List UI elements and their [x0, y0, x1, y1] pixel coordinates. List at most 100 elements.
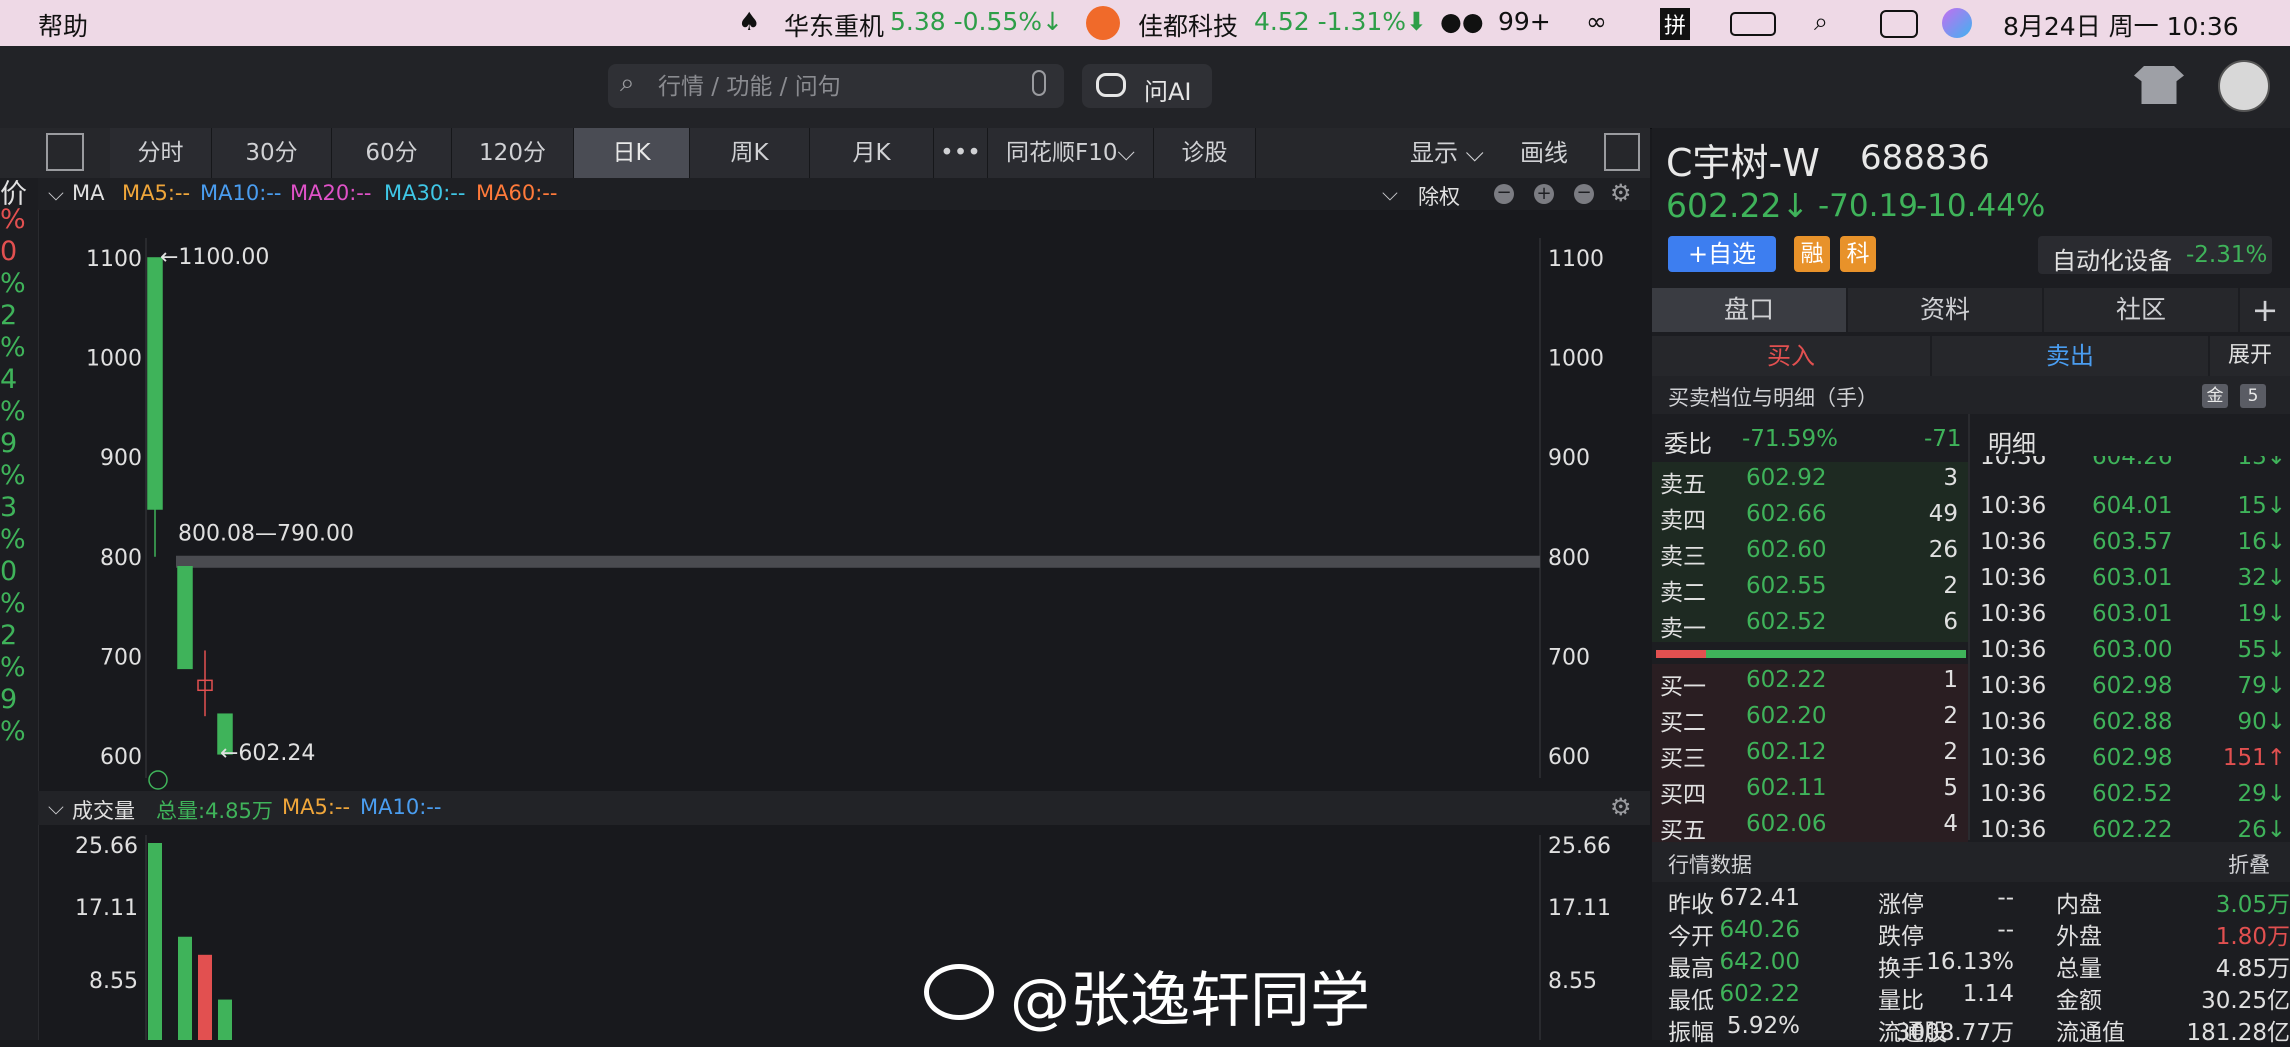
avatar[interactable]	[2218, 60, 2270, 112]
tick-row[interactable]: 10:36 602.88 90↓	[1972, 706, 2290, 742]
strip-item[interactable]: %	[0, 588, 26, 619]
add-tab-icon[interactable]: +	[2240, 288, 2290, 332]
skin-shirt-icon[interactable]	[2134, 66, 2184, 104]
volume-collapse-icon[interactable]: ⌵	[48, 795, 64, 820]
strip-item[interactable]: %	[0, 396, 26, 427]
sell-button[interactable]: 卖出	[1932, 336, 2208, 376]
strip-item[interactable]: 4	[0, 364, 17, 395]
tick-row[interactable]: 10:36 602.98 151↑	[1972, 742, 2290, 778]
market-cell: 涨停	[1878, 892, 1924, 918]
sector-chip[interactable]: 自动化设备 -2.31%	[2038, 236, 2272, 275]
kline-chart[interactable]: 1100 1100 1000 1000 900 900 800 800 700 700 600 600…	[38, 210, 1650, 1040]
orderbook-row[interactable]: 买一 602.22 1	[1652, 664, 1968, 700]
strip-item[interactable]: 2	[0, 300, 17, 331]
microphone-icon[interactable]	[1032, 70, 1046, 96]
tab-period-9[interactable]: 诊股	[1154, 128, 1256, 178]
orderbook-row[interactable]: 卖五 602.92 3	[1652, 462, 1968, 498]
zoom-in-icon[interactable]: +	[1534, 184, 1554, 204]
control-center-icon[interactable]	[1880, 10, 1918, 38]
strip-item[interactable]: %	[0, 332, 26, 363]
sidebar-toggle-icon[interactable]	[46, 133, 84, 171]
star-market-badge[interactable]: 科	[1840, 236, 1876, 272]
tab-period-2[interactable]: 60分	[332, 128, 452, 178]
orderbook-row[interactable]: 买二 602.20 2	[1652, 700, 1968, 736]
ma-label[interactable]: MA	[72, 181, 104, 205]
tab-period-3[interactable]: 120分	[452, 128, 574, 178]
strip-item[interactable]: %	[0, 460, 26, 491]
battery-icon[interactable]	[1730, 12, 1776, 36]
adjust-dropdown-icon[interactable]: ⌵	[1382, 181, 1398, 206]
tab-profile[interactable]: 资料	[1848, 288, 2042, 332]
tab-period-4[interactable]: 日K	[574, 128, 690, 178]
sector-name: 自动化设备	[2052, 247, 2172, 275]
minimize-icon[interactable]: −	[1574, 184, 1594, 204]
tick-row[interactable]: 10:36 603.01 19↓	[1972, 598, 2290, 634]
strip-item[interactable]: 9	[0, 428, 17, 459]
ticker-1-name[interactable]: 华东重机	[784, 7, 884, 43]
ma-collapse-icon[interactable]: ⌵	[48, 181, 64, 206]
strip-item[interactable]: 0	[0, 556, 17, 587]
tab-period-1[interactable]: 30分	[212, 128, 332, 178]
orderbook-row[interactable]: 卖二 602.55 2	[1652, 570, 1968, 606]
ticker-2-name[interactable]: 佳都科技	[1138, 7, 1238, 43]
level-price: 602.92	[1746, 465, 1827, 491]
orderbook-row[interactable]: 买五 602.06 4	[1652, 808, 1968, 844]
add-watchlist-button[interactable]: +自选	[1668, 236, 1776, 272]
panel-toggle-icon[interactable]	[1604, 133, 1640, 171]
app-logo-icon[interactable]	[1086, 6, 1120, 40]
market-cell: 5.92%	[1726, 1013, 1800, 1039]
adjust-button[interactable]: 除权	[1418, 181, 1460, 211]
strip-item[interactable]: 3	[0, 492, 17, 523]
tab-period-0[interactable]: 分时	[110, 128, 212, 178]
strip-item[interactable]: %	[0, 524, 26, 555]
search-icon[interactable]: ⌕	[1814, 7, 1828, 37]
tab-period-8[interactable]: 同花顺F10⌵	[988, 128, 1154, 178]
level5-badge[interactable]: 5	[2240, 384, 2266, 408]
search-input[interactable]	[656, 68, 1020, 106]
tick-row[interactable]: 10:36 604.26 13↓	[1972, 456, 2290, 478]
zoom-out-icon[interactable]: −	[1494, 184, 1514, 204]
gear-icon[interactable]: ⚙	[1610, 179, 1632, 207]
strip-item[interactable]: 0	[0, 236, 17, 267]
strip-item[interactable]: 2	[0, 620, 17, 651]
strip-item[interactable]: %	[0, 652, 26, 683]
fold-button[interactable]: 折叠	[2228, 849, 2270, 879]
tick-row[interactable]: 10:36 602.98 79↓	[1972, 670, 2290, 706]
tab-period-6[interactable]: 月K	[810, 128, 934, 178]
buy-button[interactable]: 买入	[1652, 336, 1930, 376]
orderbook-row[interactable]: 买四 602.11 5	[1652, 772, 1968, 808]
strip-item[interactable]: %	[0, 268, 26, 299]
link-icon[interactable]: ∞	[1586, 7, 1607, 36]
search-box[interactable]: ⌕	[608, 64, 1064, 108]
draw-line-button[interactable]: 画线	[1520, 128, 1568, 178]
display-menu[interactable]: 显示 ⌵	[1410, 128, 1484, 178]
expand-button[interactable]: 展开	[2210, 336, 2290, 376]
spade-icon[interactable]: ♠	[738, 7, 760, 36]
menu-clock[interactable]: 8月24日 周一 10:36	[2003, 7, 2239, 43]
volume-gear-icon[interactable]: ⚙	[1610, 793, 1632, 821]
ask-ai-button[interactable]: 问AI	[1082, 64, 1212, 108]
tick-row[interactable]: 10:36 602.52 29↓	[1972, 778, 2290, 814]
orderbook-row[interactable]: 买三 602.12 2	[1652, 736, 1968, 772]
tick-row[interactable]: 10:36 603.57 16↓	[1972, 526, 2290, 562]
orderbook-row[interactable]: 卖四 602.66 49	[1652, 498, 1968, 534]
tick-row[interactable]: 10:36 603.01 32↓	[1972, 562, 2290, 598]
menu-help[interactable]: 帮助	[38, 7, 88, 43]
wechat-icon[interactable]: ●●	[1440, 7, 1484, 36]
tab-period-7[interactable]: •••	[934, 128, 988, 178]
strip-item[interactable]: %	[0, 716, 26, 747]
siri-icon[interactable]	[1942, 8, 1972, 38]
orderbook-row[interactable]: 卖三 602.60 26	[1652, 534, 1968, 570]
tab-period-5[interactable]: 周K	[690, 128, 810, 178]
tab-community[interactable]: 社区	[2044, 288, 2238, 332]
volume-title[interactable]: 成交量	[72, 795, 135, 825]
strip-item[interactable]: 9	[0, 684, 17, 715]
gold-badge[interactable]: 金	[2202, 384, 2228, 408]
tab-handicap[interactable]: 盘口	[1652, 288, 1846, 332]
strip-item[interactable]: %	[0, 204, 26, 235]
tick-row[interactable]: 10:36 604.01 15↓	[1972, 490, 2290, 526]
tick-row[interactable]: 10:36 603.00 55↓	[1972, 634, 2290, 670]
input-method-icon[interactable]: 拼	[1660, 8, 1691, 40]
orderbook-row[interactable]: 卖一 602.52 6	[1652, 606, 1968, 642]
margin-badge[interactable]: 融	[1794, 236, 1830, 272]
